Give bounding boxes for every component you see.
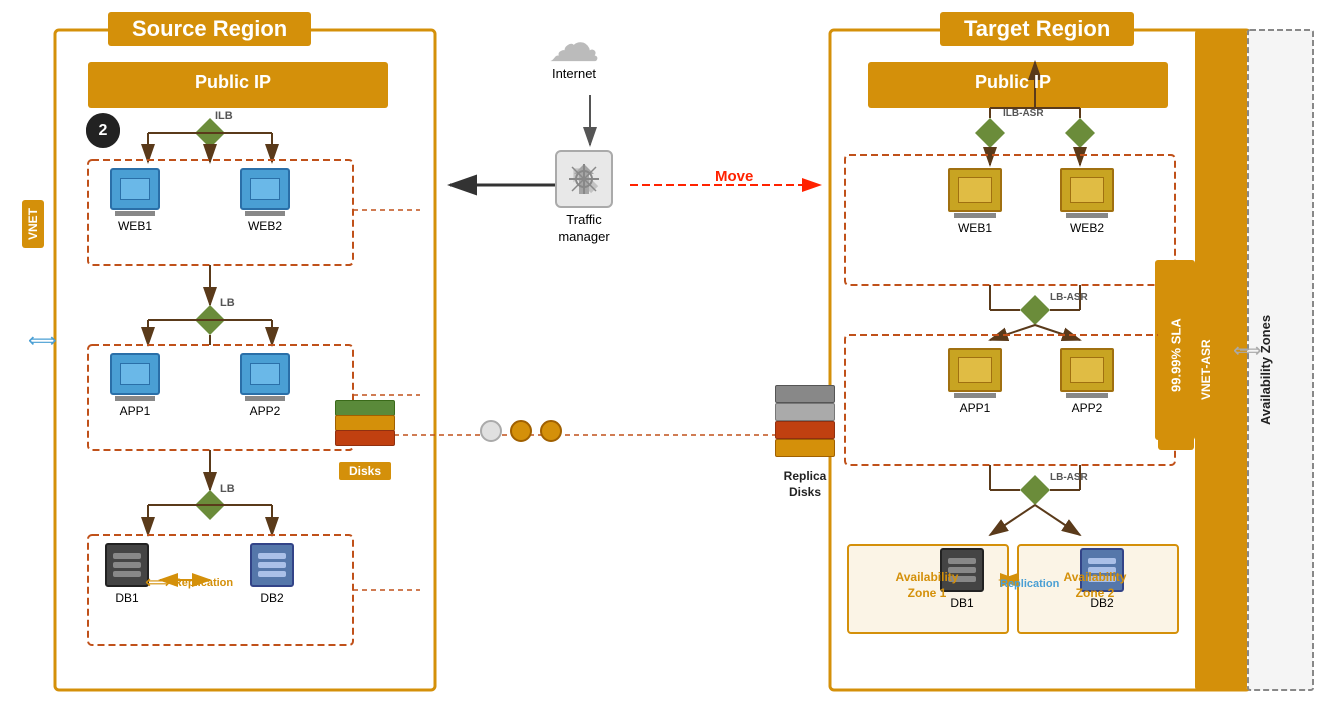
- target-app2-vm: APP2: [1060, 348, 1114, 415]
- target-lb-asr-label-1: LB-ASR: [1050, 292, 1088, 303]
- vnet-label: VNET: [22, 200, 44, 248]
- move-label: Move: [715, 168, 753, 185]
- source-db2: DB2: [250, 543, 294, 605]
- source-number-badge: 2: [86, 114, 120, 148]
- traffic-manager: Trafficmanager: [555, 150, 613, 246]
- internet-cloud: ☁ Internet: [548, 18, 600, 81]
- replica-disks-group: ReplicaDisks: [770, 385, 840, 500]
- target-region-label: Target Region: [940, 12, 1134, 46]
- source-web2-vm: WEB2: [240, 168, 290, 233]
- target-web1-vm: WEB1: [948, 168, 1002, 235]
- source-lb-label-2: LB: [220, 483, 235, 495]
- source-ilb-label: ILB: [215, 110, 233, 122]
- target-lb-asr-label-2: LB-ASR: [1050, 472, 1088, 483]
- vnet-asr-label: VNET-ASR: [1199, 60, 1213, 680]
- diagram-container: VNET Source Region Public IP 2 ILB WEB1 …: [0, 0, 1324, 726]
- svg-overlay: [0, 0, 1324, 726]
- source-replication-arrow: ⟺ Replication: [145, 572, 233, 593]
- zone-2-label: AvailabilityZone 2: [1030, 570, 1160, 601]
- disks-group: Disks: [330, 390, 400, 480]
- sla-badge: 99.99% SLA: [1158, 260, 1194, 450]
- availability-zones-label: Availability Zones: [1258, 60, 1273, 680]
- target-ilb-asr-label: ILB-ASR: [1003, 108, 1044, 119]
- replication-transfer-icons: [480, 420, 562, 442]
- source-public-ip-label: Public IP: [195, 72, 271, 93]
- target-public-ip-label: Public IP: [975, 72, 1051, 93]
- source-app1-vm: APP1: [110, 353, 160, 418]
- peer-connection-icon-target: ⟺: [1233, 338, 1262, 363]
- source-region-label: Source Region: [108, 12, 311, 46]
- source-app2-vm: APP2: [240, 353, 290, 418]
- source-db1: DB1: [105, 543, 149, 605]
- peer-connection-icon-source: ⟺: [28, 328, 57, 353]
- source-lb-label-1: LB: [220, 297, 235, 309]
- target-app1-vm: APP1: [948, 348, 1002, 415]
- source-web1-vm: WEB1: [110, 168, 160, 233]
- zone-1-label: AvailabilityZone 1: [862, 570, 992, 601]
- target-web2-vm: WEB2: [1060, 168, 1114, 235]
